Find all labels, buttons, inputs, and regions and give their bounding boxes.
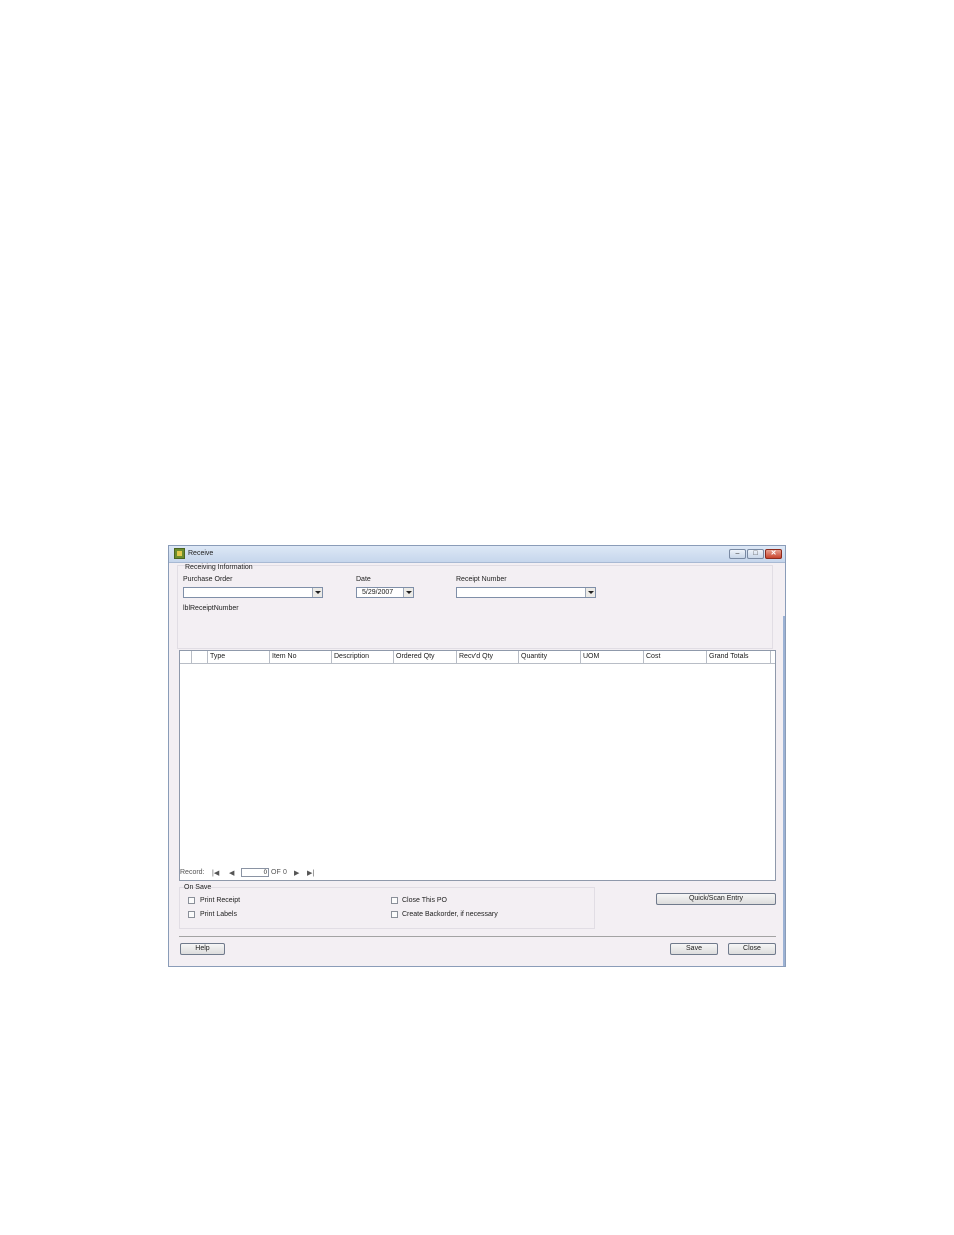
- chevron-down-icon[interactable]: [312, 588, 322, 597]
- app-icon: [174, 548, 185, 559]
- create-backorder-checkbox[interactable]: [391, 911, 398, 918]
- grid-header-quantity[interactable]: Quantity: [519, 651, 581, 663]
- purchase-order-label: Purchase Order: [183, 576, 233, 583]
- receipt-number-label: Receipt Number: [456, 576, 507, 583]
- close-window-button[interactable]: ✕: [765, 549, 782, 559]
- next-record-icon[interactable]: ▶: [294, 869, 299, 877]
- save-button[interactable]: Save: [670, 943, 718, 955]
- receive-window: Receive – □ ✕ Receiving Information Purc…: [168, 545, 786, 967]
- record-navigator: Record: |◀ ◀ 0 OF 0 ▶ ▶|: [180, 868, 360, 879]
- grid-header-uom[interactable]: UOM: [581, 651, 644, 663]
- print-receipt-checkbox[interactable]: [188, 897, 195, 904]
- grid-header-indicator: [180, 651, 192, 663]
- chevron-down-icon[interactable]: [403, 588, 413, 597]
- grid-header-select[interactable]: [192, 651, 208, 663]
- of-label: OF: [271, 869, 281, 876]
- grid-header-type[interactable]: Type: [208, 651, 270, 663]
- footer-separator: [179, 936, 776, 937]
- on-save-title: On Save: [184, 884, 212, 891]
- print-labels-label: Print Labels: [200, 911, 237, 918]
- title-bar[interactable]: Receive – □ ✕: [169, 546, 785, 563]
- print-labels-checkbox[interactable]: [188, 911, 195, 918]
- record-label: Record:: [180, 869, 205, 876]
- grid-header-recvd-qty[interactable]: Recv'd Qty: [457, 651, 519, 663]
- receipt-number-combo[interactable]: [456, 587, 596, 598]
- last-record-icon[interactable]: ▶|: [307, 869, 314, 877]
- date-picker[interactable]: 5/29/2007: [356, 587, 414, 598]
- create-backorder-label: Create Backorder, if necessary: [402, 911, 498, 918]
- grid-header-grand-totals[interactable]: Grand Totals: [707, 651, 771, 663]
- receiving-information-title: Receiving Information: [185, 564, 253, 571]
- grid-header-item-no[interactable]: Item No: [270, 651, 332, 663]
- on-save-group: [179, 887, 595, 929]
- grid-header-description[interactable]: Description: [332, 651, 394, 663]
- date-label: Date: [356, 576, 371, 583]
- minimize-button[interactable]: –: [729, 549, 746, 559]
- grid-header-ordered-qty[interactable]: Ordered Qty: [394, 651, 457, 663]
- close-po-label: Close This PO: [402, 897, 447, 904]
- close-button[interactable]: Close: [728, 943, 776, 955]
- first-record-icon[interactable]: |◀: [212, 869, 219, 877]
- close-po-checkbox[interactable]: [391, 897, 398, 904]
- date-value: 5/29/2007: [362, 589, 394, 596]
- lbl-receipt-number: lblReceiptNumber: [183, 605, 239, 612]
- prev-record-icon[interactable]: ◀: [229, 869, 234, 877]
- window-title: Receive: [188, 550, 214, 557]
- grid-header-cost[interactable]: Cost: [644, 651, 707, 663]
- items-grid[interactable]: Type Item No Description Ordered Qty Rec…: [179, 650, 776, 881]
- purchase-order-combo[interactable]: [183, 587, 323, 598]
- help-button[interactable]: Help: [180, 943, 225, 955]
- grid-header: Type Item No Description Ordered Qty Rec…: [180, 651, 775, 664]
- quick-scan-entry-button[interactable]: Quick/Scan Entry: [656, 893, 776, 905]
- chevron-down-icon[interactable]: [585, 588, 595, 597]
- maximize-button[interactable]: □: [747, 549, 764, 559]
- total-records: 0: [283, 869, 287, 876]
- window-border: [783, 616, 785, 966]
- current-record-field[interactable]: 0: [241, 868, 269, 877]
- print-receipt-label: Print Receipt: [200, 897, 241, 904]
